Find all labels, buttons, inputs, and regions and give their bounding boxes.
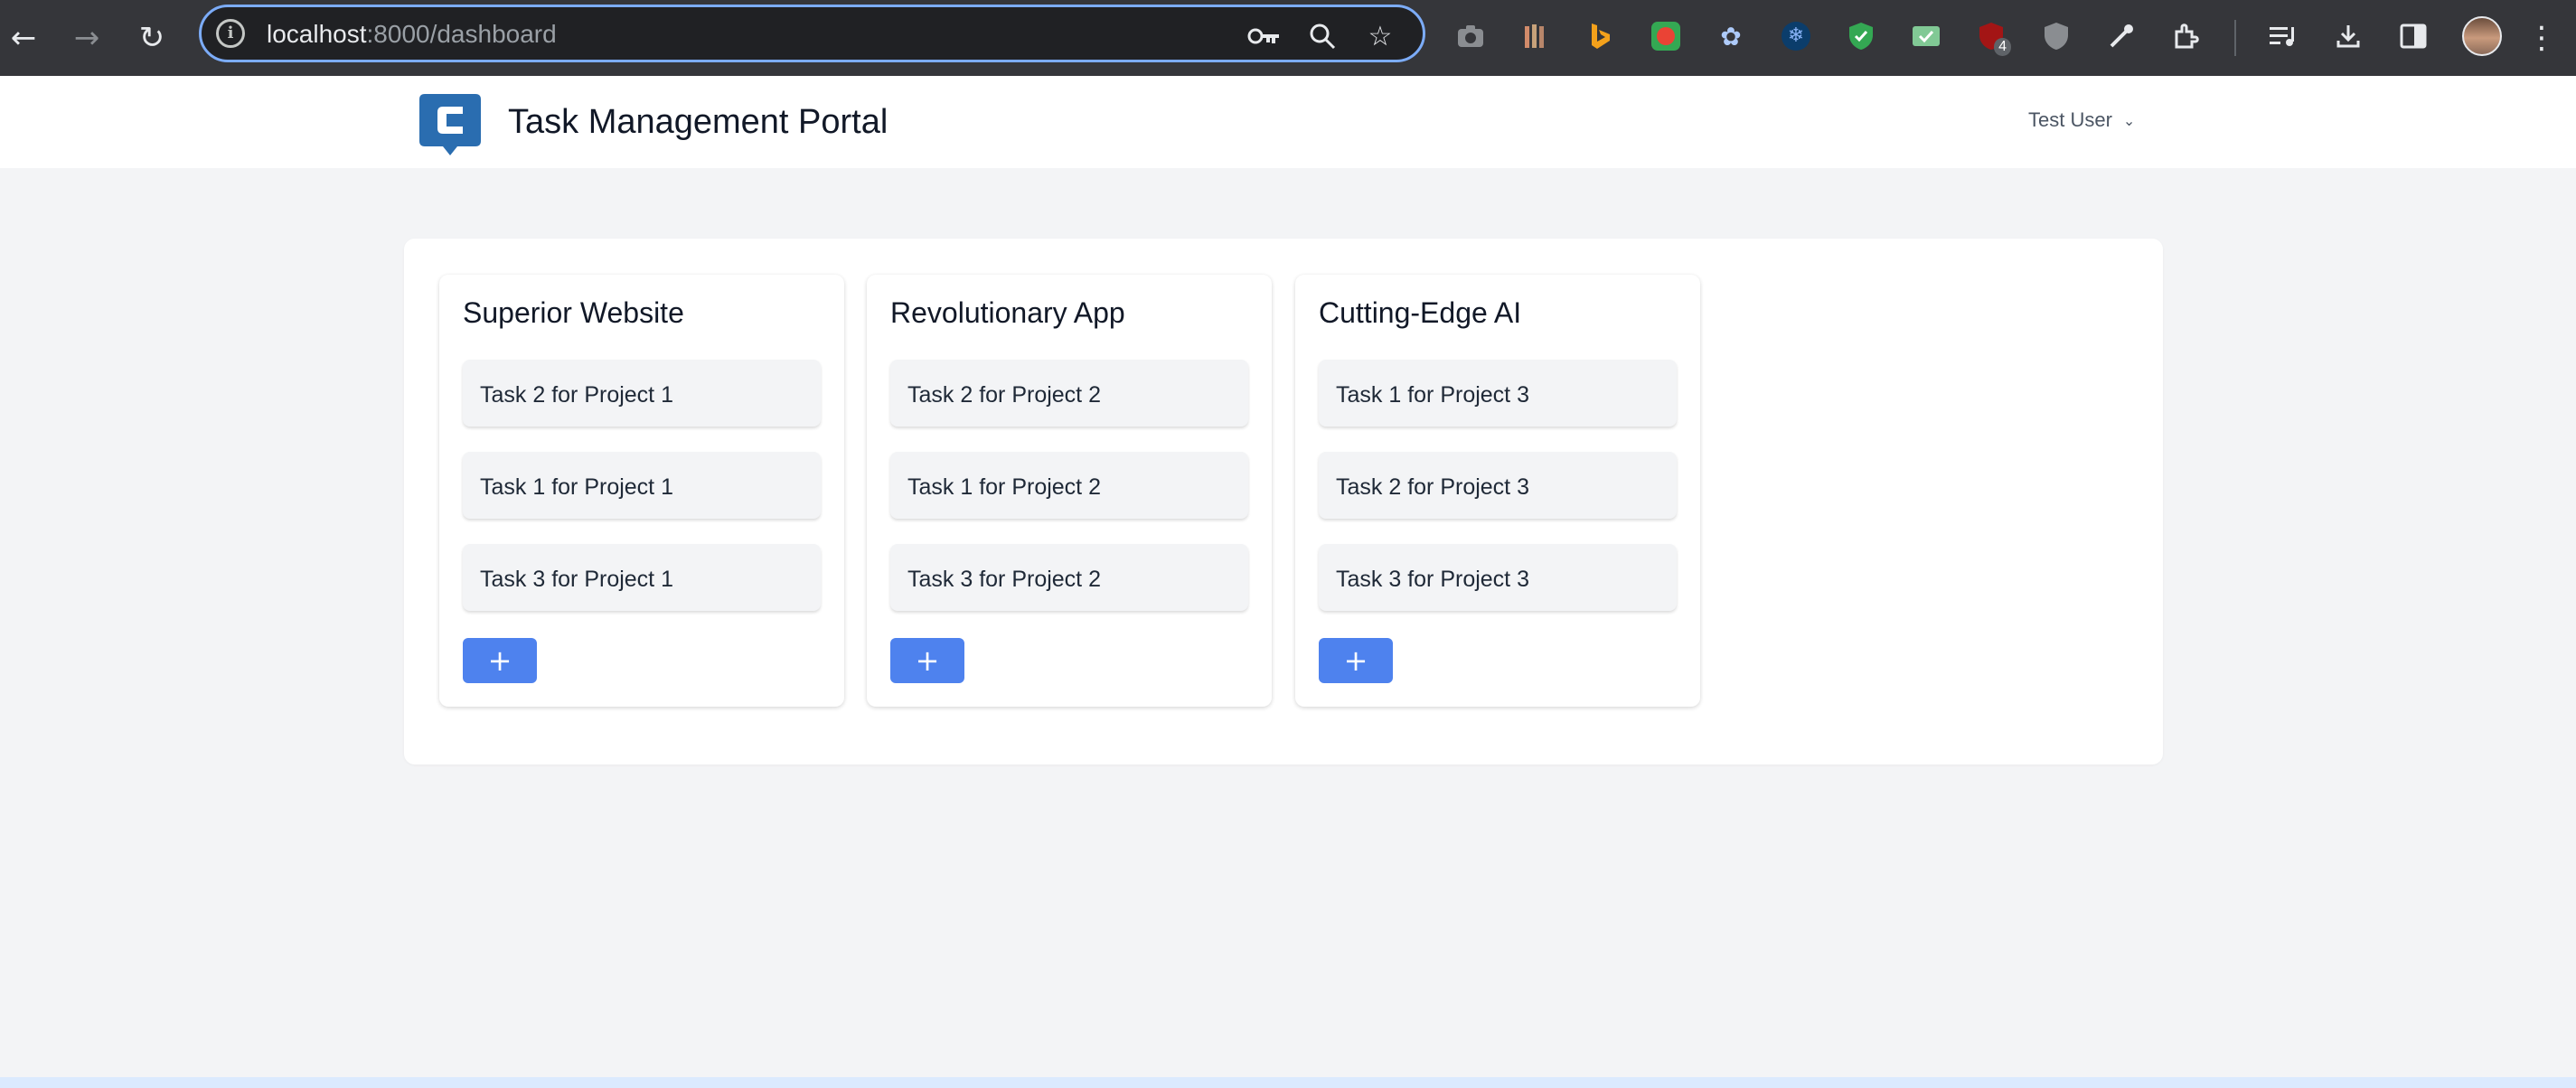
bookmark-star-icon[interactable]: ☆: [1360, 16, 1400, 56]
crayons-extension-icon[interactable]: [1516, 16, 1556, 56]
toolbar-separator: [2234, 20, 2236, 56]
add-task-button[interactable]: +: [1319, 638, 1393, 683]
url-path: :8000/dashboard: [366, 20, 557, 48]
camera-extension-icon[interactable]: [1451, 16, 1490, 56]
task-label: Task 1 for Project 3: [1336, 382, 1529, 408]
project-column: Superior Website Task 2 for Project 1 Ta…: [439, 275, 844, 707]
ublock-extension-icon[interactable]: 4: [1971, 16, 2011, 56]
eyedropper-extension-icon[interactable]: [2101, 16, 2141, 56]
column-title: Cutting-Edge AI: [1319, 296, 1522, 329]
add-task-button[interactable]: +: [890, 638, 964, 683]
address-bar[interactable]: i localhost:8000/dashboard ☆: [199, 5, 1425, 62]
page-title: Task Management Portal: [508, 103, 888, 141]
snowflake-extension-icon[interactable]: ❄: [1776, 16, 1816, 56]
project-column: Revolutionary App Task 2 for Project 2 T…: [867, 275, 1272, 707]
task-card[interactable]: Task 3 for Project 2: [890, 544, 1248, 611]
mail-check-extension-icon[interactable]: [1906, 16, 1946, 56]
paw-extension-icon[interactable]: ✿: [1711, 16, 1751, 56]
password-key-icon[interactable]: [1245, 16, 1284, 56]
chevron-down-icon: ⌄: [2122, 111, 2136, 129]
profile-avatar[interactable]: [2462, 16, 2502, 56]
user-menu-button[interactable]: Test User ⌄: [2028, 108, 2135, 132]
page-bottom-border: [0, 1077, 2576, 1088]
task-card[interactable]: Task 1 for Project 2: [890, 452, 1248, 519]
extensions-puzzle-icon[interactable]: [2167, 16, 2206, 56]
task-label: Task 3 for Project 3: [1336, 567, 1529, 592]
task-card[interactable]: Task 1 for Project 3: [1319, 360, 1677, 427]
zoom-icon[interactable]: [1302, 16, 1342, 56]
shield-extension-icon[interactable]: [2036, 16, 2076, 56]
task-label: Task 2 for Project 3: [1336, 474, 1529, 500]
browser-menu-icon[interactable]: ⋮: [2520, 16, 2563, 60]
project-column: Cutting-Edge AI Task 1 for Project 3 Tas…: [1295, 275, 1700, 707]
column-title: Revolutionary App: [890, 296, 1125, 329]
back-icon[interactable]: ←: [2, 16, 45, 60]
task-card[interactable]: Task 1 for Project 1: [463, 452, 821, 519]
add-task-button[interactable]: +: [463, 638, 537, 683]
site-info-icon[interactable]: i: [216, 19, 245, 48]
task-card[interactable]: Task 2 for Project 3: [1319, 452, 1677, 519]
url-text[interactable]: localhost:8000/dashboard: [267, 20, 557, 49]
media-queue-icon[interactable]: [2263, 16, 2303, 56]
logo-icon[interactable]: [418, 90, 483, 155]
bing-extension-icon[interactable]: [1581, 16, 1621, 56]
task-label: Task 3 for Project 2: [907, 567, 1101, 592]
url-host: localhost: [267, 20, 367, 48]
side-panel-icon[interactable]: [2393, 16, 2433, 56]
projects-board: Superior Website Task 2 for Project 1 Ta…: [404, 239, 2163, 764]
forward-icon[interactable]: →: [65, 16, 108, 60]
user-name: Test User: [2028, 108, 2112, 131]
video-extension-icon[interactable]: [1646, 16, 1686, 56]
task-label: Task 3 for Project 1: [480, 567, 673, 592]
column-title: Superior Website: [463, 296, 684, 329]
app-header: Task Management Portal Test User ⌄: [0, 76, 2576, 168]
task-label: Task 1 for Project 2: [907, 474, 1101, 500]
extension-badge: 4: [1994, 38, 2011, 56]
reload-icon[interactable]: ↻: [130, 16, 174, 60]
download-icon[interactable]: [2328, 16, 2368, 56]
task-label: Task 2 for Project 1: [480, 382, 673, 408]
task-card[interactable]: Task 3 for Project 1: [463, 544, 821, 611]
task-label: Task 1 for Project 1: [480, 474, 673, 500]
shield-check-extension-icon[interactable]: [1841, 16, 1881, 56]
task-label: Task 2 for Project 2: [907, 382, 1101, 408]
task-card[interactable]: Task 2 for Project 1: [463, 360, 821, 427]
task-card[interactable]: Task 3 for Project 3: [1319, 544, 1677, 611]
task-card[interactable]: Task 2 for Project 2: [890, 360, 1248, 427]
browser-toolbar: ← → ↻ i localhost:8000/dashboard ☆ ✿ ❄ 4: [0, 0, 2576, 76]
